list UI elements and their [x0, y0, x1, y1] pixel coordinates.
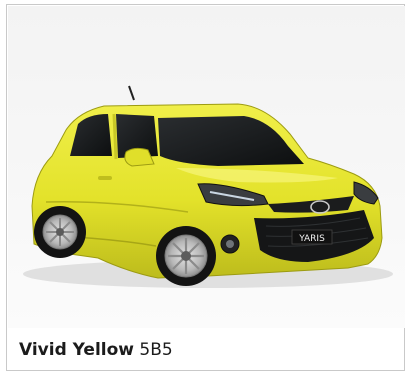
windshield: [158, 116, 304, 166]
color-swatch-card[interactable]: YARIS Vivid Yellow 5B5: [6, 4, 405, 371]
plate-text: YARIS: [298, 234, 325, 244]
door-handle: [98, 176, 112, 180]
car-photo: YARIS: [8, 6, 405, 328]
color-caption: Vivid Yellow 5B5: [19, 340, 173, 360]
paint-code: 5B5: [139, 340, 173, 360]
color-name: Vivid Yellow: [19, 340, 134, 360]
antenna: [128, 85, 135, 101]
